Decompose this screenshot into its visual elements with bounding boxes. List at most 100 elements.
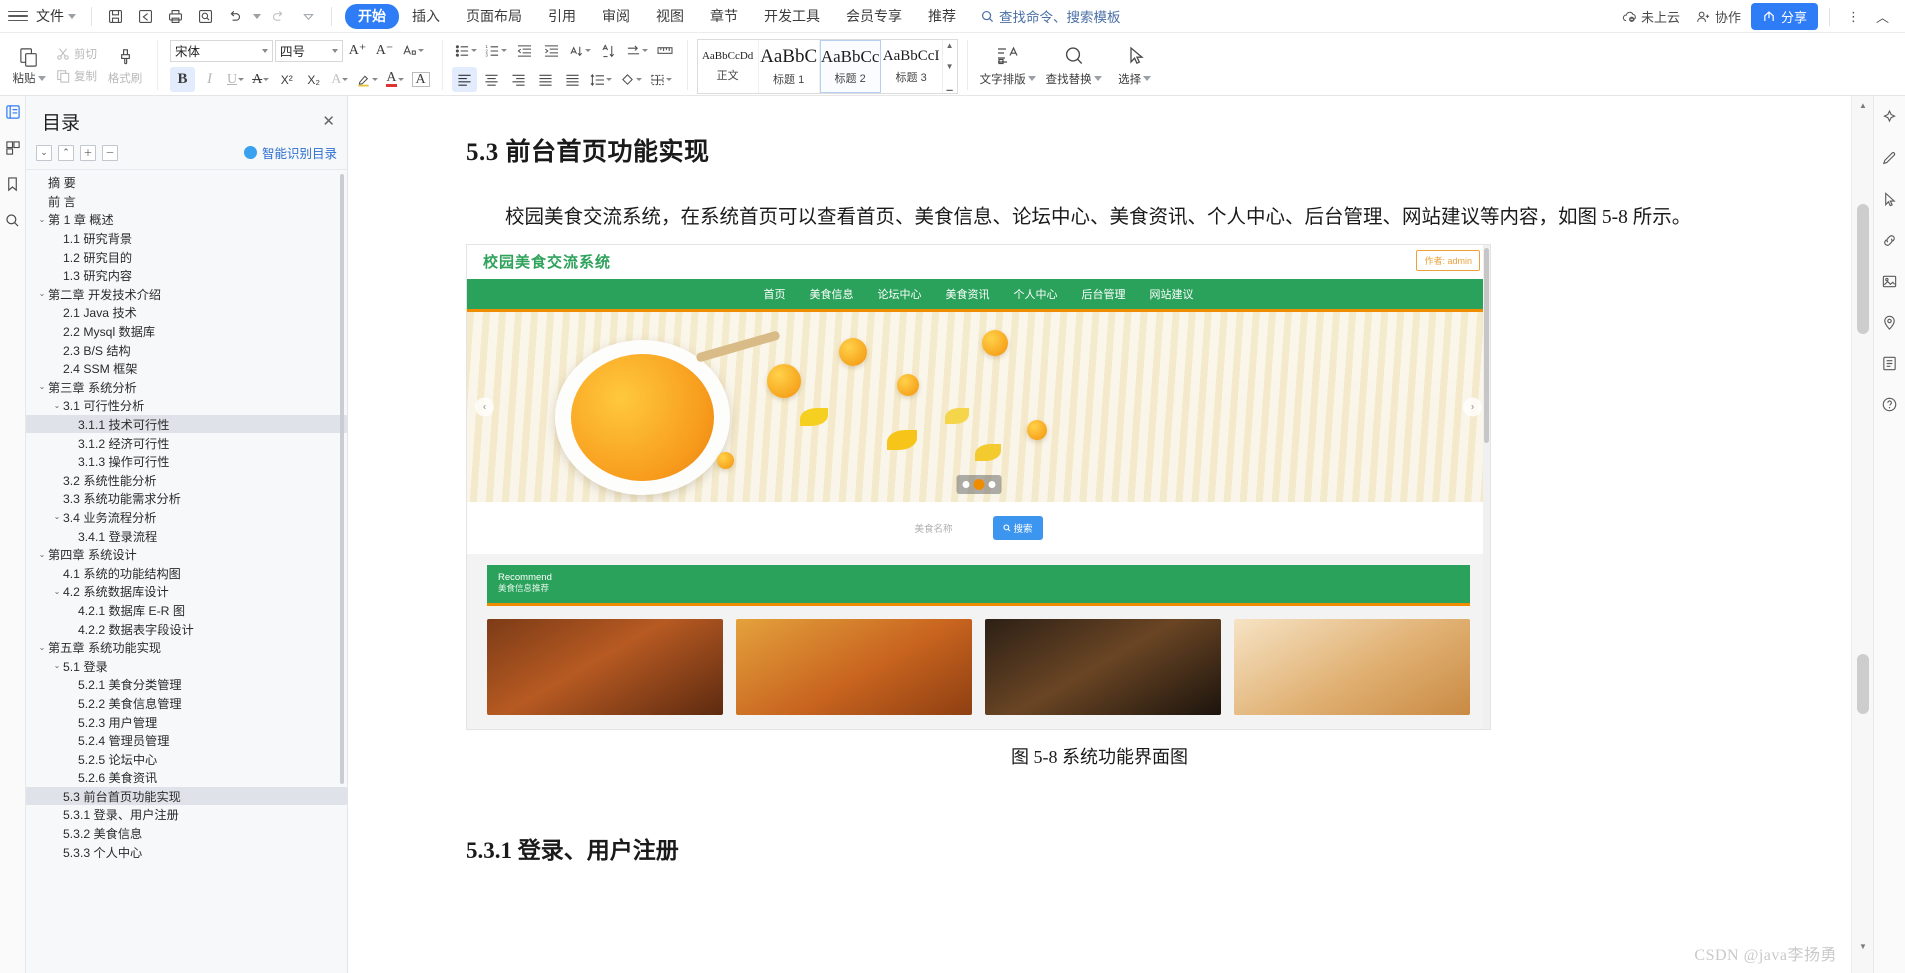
tab-member-exclusive[interactable]: 会员专享 [833, 4, 915, 29]
help-icon[interactable] [1879, 393, 1901, 415]
site-search-button[interactable]: 搜索 [992, 515, 1043, 540]
toc-item[interactable]: ⌄ 3.1 可行性分析 [26, 396, 347, 415]
font-size-select[interactable]: 四号 [275, 39, 343, 62]
select-button[interactable]: 选择 [1109, 44, 1161, 87]
font-color-button[interactable]: A [383, 67, 406, 92]
cursor-pointer-icon[interactable] [1879, 188, 1901, 210]
toc-item[interactable]: 5.2.4 管理员管理 [26, 731, 347, 750]
search-icon[interactable] [3, 210, 23, 230]
ai-assistant-icon[interactable] [1879, 106, 1901, 128]
toc-move-down-button[interactable]: ⌄ [36, 144, 52, 161]
food-card[interactable] [985, 618, 1221, 715]
shrink-font-button[interactable]: A⁻ [372, 38, 397, 63]
document-icon[interactable] [1879, 352, 1901, 374]
command-search-input[interactable]: 查找命令、搜索模板 [981, 6, 1121, 26]
sort-az-button[interactable] [596, 38, 621, 63]
chevron-down-icon[interactable]: ⌄ [51, 661, 63, 670]
format-painter-button[interactable]: 格式刷 [102, 35, 148, 95]
toc-item[interactable]: 5.3.1 登录、用户注册 [26, 805, 347, 824]
save-icon[interactable] [101, 3, 129, 29]
toc-item[interactable]: ⌄ 4.2 系统数据库设计 [26, 582, 347, 601]
tab-page-layout[interactable]: 页面布局 [453, 4, 535, 29]
share-button[interactable]: 分享 [1750, 3, 1818, 30]
banner-pagination-dots[interactable] [956, 474, 1001, 494]
toc-list[interactable]: 摘 要前 言 ⌄ 第 1 章 概述 1.1 研究背景 1.2 研究目的 1.3 研究内容 ⌄… [26, 169, 347, 973]
toc-item[interactable]: 3.1.3 操作可行性 [26, 452, 347, 471]
copy-button[interactable]: 复制 [51, 66, 102, 86]
numbering-button[interactable]: 123 [482, 38, 510, 63]
scroll-thumb-top[interactable] [1857, 204, 1869, 334]
toc-item[interactable]: ⌄ 第二章 开发技术介绍 [26, 285, 347, 304]
customize-quick-access-icon[interactable] [294, 3, 322, 29]
site-search-input[interactable]: 美食名称 [914, 521, 952, 535]
tab-developer-tools[interactable]: 开发工具 [751, 4, 833, 29]
bookmark-icon[interactable] [3, 174, 23, 194]
toc-item[interactable]: 1.3 研究内容 [26, 266, 347, 285]
borders-button[interactable] [647, 67, 675, 92]
justify-button[interactable] [533, 67, 558, 92]
tab-references[interactable]: 引用 [535, 4, 589, 29]
align-left-button[interactable] [451, 67, 477, 92]
distribute-button[interactable] [560, 67, 585, 92]
toc-collapse-all-button[interactable]: － [102, 144, 118, 161]
increase-indent-button[interactable] [539, 38, 564, 63]
chevron-down-icon[interactable]: ⌄ [36, 643, 48, 652]
text-layout-button[interactable]: 文字排版 [977, 44, 1039, 87]
toc-item[interactable]: 前 言 [26, 192, 347, 211]
toc-item[interactable]: 1.1 研究背景 [26, 229, 347, 248]
toc-item[interactable]: 2.4 SSM 框架 [26, 359, 347, 378]
link-icon[interactable] [1879, 229, 1901, 251]
ruler-button[interactable] [653, 38, 678, 63]
toc-item[interactable]: 5.2.2 美食信息管理 [26, 694, 347, 713]
chevron-down-icon[interactable]: ⌄ [51, 401, 63, 410]
banner-prev-arrow[interactable]: ‹ [475, 397, 494, 417]
site-nav-item-food[interactable]: 美食信息 [810, 286, 854, 302]
styles-expand-icon[interactable]: ▁ [947, 83, 953, 91]
superscript-button[interactable]: X² [274, 67, 299, 92]
document-scrollbar[interactable]: ▲ ▼ [1851, 96, 1873, 973]
chevron-down-icon[interactable]: ⌄ [51, 587, 63, 596]
tab-review[interactable]: 审阅 [589, 4, 643, 29]
scroll-up-icon[interactable]: ▲ [1852, 96, 1873, 114]
tab-start[interactable]: 开始 [345, 3, 399, 29]
shading-button[interactable] [617, 67, 645, 92]
image-icon[interactable] [1879, 270, 1901, 292]
more-options-button[interactable]: ⋮ [1841, 6, 1866, 28]
toc-scrollbar[interactable] [340, 174, 344, 784]
chevron-down-icon[interactable]: ⌄ [36, 382, 48, 391]
toc-item[interactable]: 5.2.6 美食资讯 [26, 768, 347, 787]
tab-section[interactable]: 章节 [697, 4, 751, 29]
align-center-button[interactable] [479, 67, 504, 92]
change-case-button[interactable] [399, 38, 427, 63]
collaborate-button[interactable]: 协作 [1690, 4, 1747, 29]
undo-dropdown-icon[interactable] [251, 3, 262, 29]
toc-item[interactable]: 4.1 系统的功能结构图 [26, 563, 347, 582]
save-as-icon[interactable] [131, 3, 159, 29]
thumbnail-pages-icon[interactable] [3, 138, 23, 158]
site-nav-item-admin[interactable]: 后台管理 [1082, 286, 1126, 302]
toc-item[interactable]: 5.2.5 论坛中心 [26, 749, 347, 768]
paste-button[interactable]: 粘贴 [7, 35, 51, 95]
smart-toc-button[interactable]: 智能识别目录 [243, 143, 337, 162]
tab-insert[interactable]: 插入 [399, 4, 453, 29]
italic-button[interactable]: I [197, 67, 222, 92]
chevron-down-icon[interactable]: ⌄ [36, 215, 48, 224]
style-body-text[interactable]: AaBbCcDd 正文 [698, 40, 759, 93]
location-icon[interactable] [1879, 311, 1901, 333]
align-right-button[interactable] [506, 67, 531, 92]
toc-item[interactable]: 摘 要 [26, 173, 347, 192]
highlight-color-button[interactable] [353, 67, 381, 92]
bullets-button[interactable] [452, 38, 480, 63]
toc-item[interactable]: 3.1.2 经济可行性 [26, 433, 347, 452]
food-card[interactable] [1234, 618, 1470, 715]
toc-item[interactable]: 4.2.1 数据库 E-R 图 [26, 601, 347, 620]
toc-item[interactable]: 4.2.2 数据表字段设计 [26, 619, 347, 638]
toc-item[interactable]: 1.2 研究目的 [26, 247, 347, 266]
toc-item[interactable]: ⌄ 3.4 业务流程分析 [26, 508, 347, 527]
clear-format-button[interactable]: A [409, 67, 433, 92]
toc-item[interactable]: ⌄ 第四章 系统设计 [26, 545, 347, 564]
close-icon[interactable]: ✕ [322, 114, 335, 129]
toc-item[interactable]: ⌄ 第三章 系统分析 [26, 378, 347, 397]
toc-item[interactable]: 5.2.1 美食分类管理 [26, 675, 347, 694]
bold-button[interactable]: B [170, 67, 195, 92]
